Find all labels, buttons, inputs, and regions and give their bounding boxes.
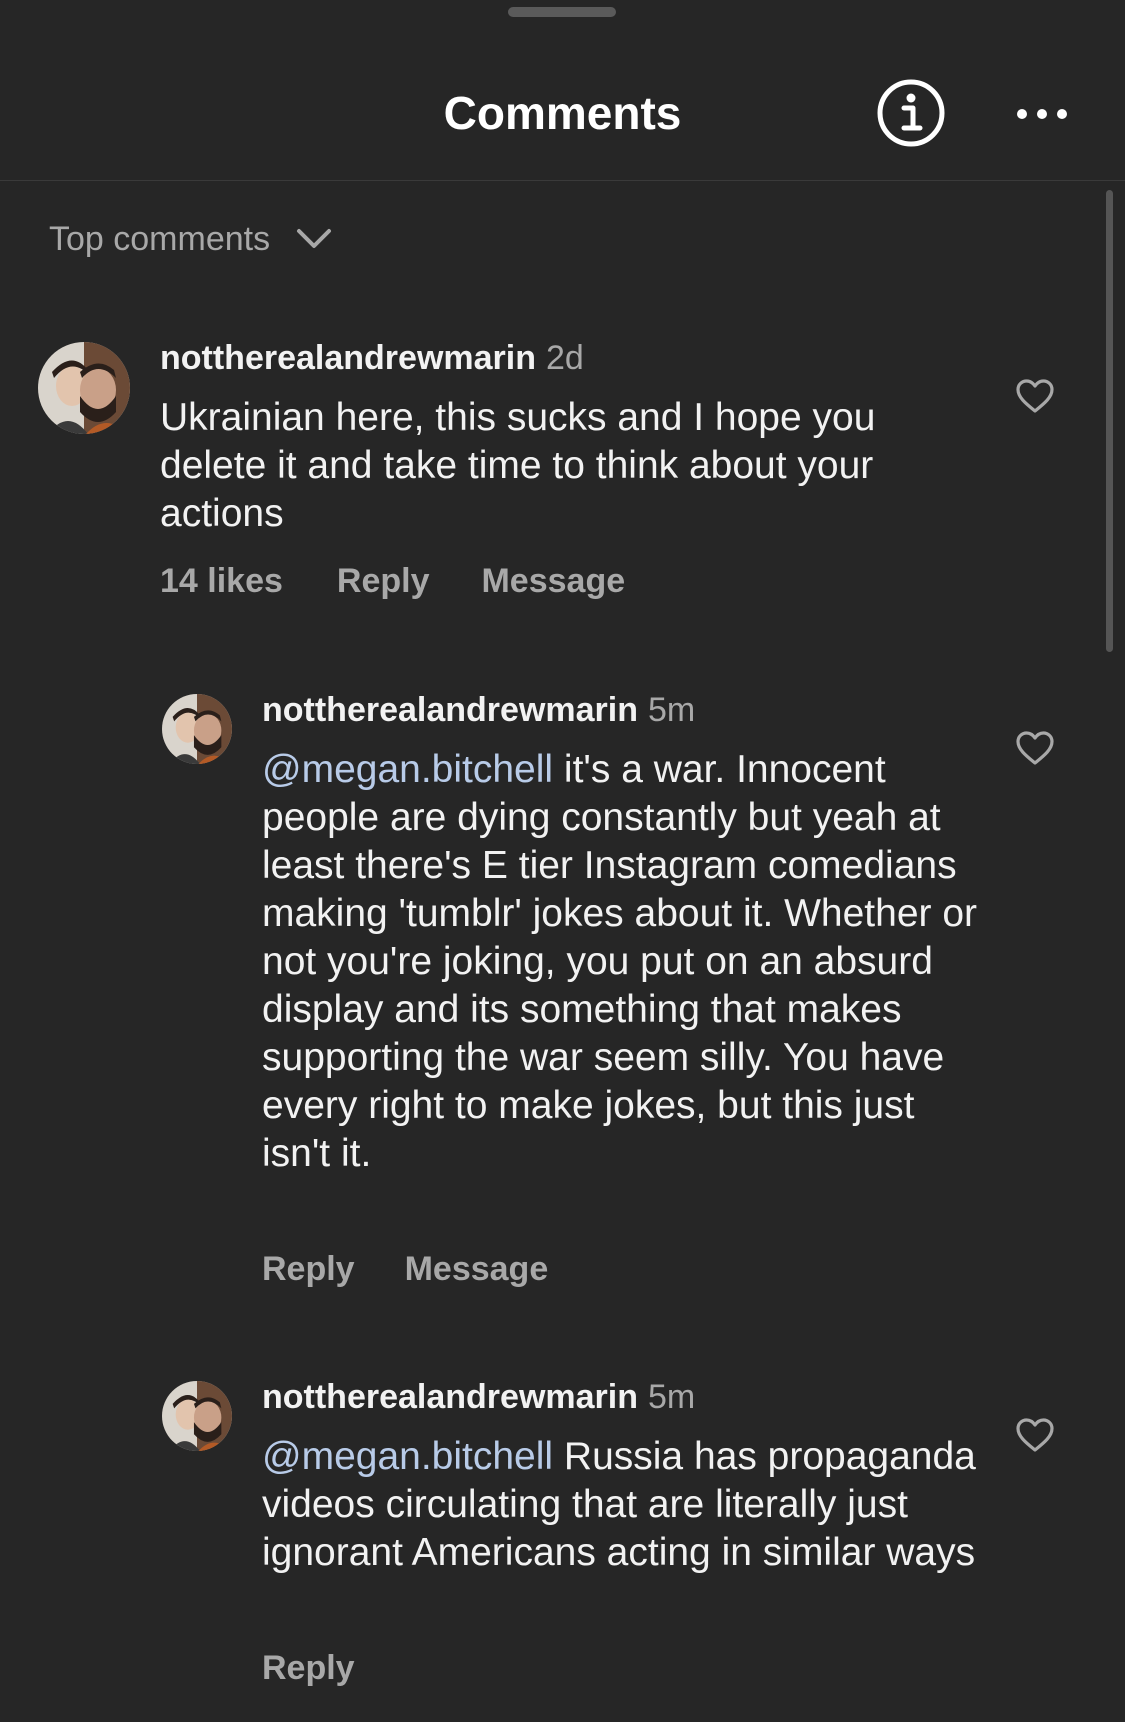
username[interactable]: nottherealandrewmarin (262, 1378, 638, 1416)
reply-button[interactable]: Reply (337, 562, 430, 601)
avatar[interactable] (162, 1381, 232, 1451)
heart-icon[interactable] (1015, 730, 1055, 766)
more-options-icon[interactable] (1014, 96, 1070, 132)
reply-button[interactable]: Reply (262, 1250, 355, 1289)
comment-text: @megan.bitchell Russia has propaganda vi… (262, 1433, 982, 1577)
mention-link[interactable]: @megan.bitchell (262, 748, 553, 791)
avatar[interactable] (38, 342, 130, 434)
comments-header: Comments (0, 0, 1125, 181)
timestamp: 5m (647, 1378, 696, 1416)
comment-body: it's a war. Innocent people are dying co… (262, 748, 978, 1175)
reply-button[interactable]: Reply (262, 1649, 355, 1688)
message-button[interactable]: Message (481, 562, 625, 601)
avatar[interactable] (162, 694, 232, 764)
chevron-down-icon (297, 229, 332, 248)
sort-dropdown[interactable]: Top comments (49, 214, 332, 264)
username[interactable]: nottherealandrewmarin (262, 691, 638, 729)
username[interactable]: nottherealandrewmarin (160, 339, 536, 377)
sort-label: Top comments (49, 219, 271, 258)
comment-meta: nottherealandrewmarin 2d (160, 339, 584, 378)
message-button[interactable]: Message (405, 1250, 549, 1289)
comment-meta: nottherealandrewmarin 5m (262, 691, 695, 730)
timestamp: 2d (545, 339, 584, 377)
mention-link[interactable]: @megan.bitchell (262, 1435, 553, 1478)
comment-body: Ukrainian here, this sucks and I hope yo… (160, 396, 876, 535)
likes-count[interactable]: 14 likes (160, 562, 283, 601)
comment-actions: Reply (262, 1649, 355, 1688)
heart-icon[interactable] (1015, 1417, 1055, 1453)
comment-meta: nottherealandrewmarin 5m (262, 1378, 695, 1417)
comment-text: Ukrainian here, this sucks and I hope yo… (160, 394, 980, 538)
info-icon[interactable] (876, 78, 946, 148)
comment-actions: 14 likes Reply Message (160, 562, 625, 601)
comment-actions: Reply Message (262, 1250, 548, 1289)
scrollbar[interactable] (1106, 190, 1113, 652)
heart-icon[interactable] (1015, 378, 1055, 414)
timestamp: 5m (647, 691, 696, 729)
comment-text: @megan.bitchell it's a war. Innocent peo… (262, 746, 982, 1178)
page-title: Comments (443, 87, 682, 139)
